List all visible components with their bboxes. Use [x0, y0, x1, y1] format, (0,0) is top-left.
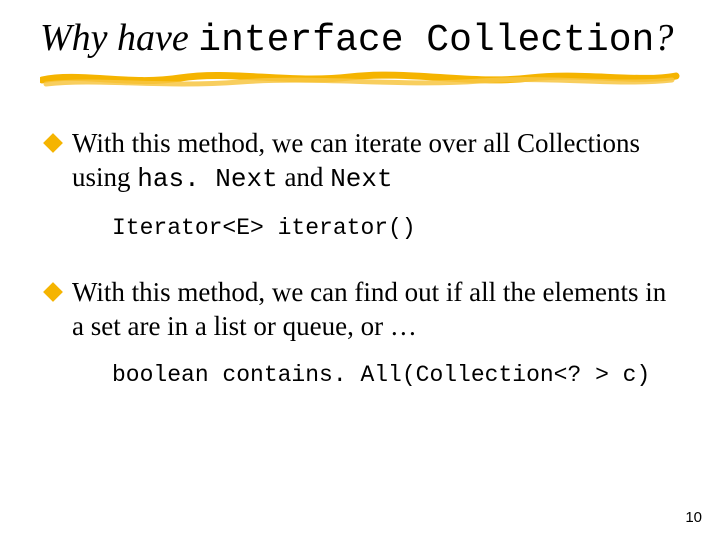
code-block: Iterator<E> iterator() [112, 215, 680, 241]
bullet-diamond-icon [43, 133, 63, 153]
title-prefix: Why have [40, 17, 198, 59]
list-item: With this method, we can find out if all… [46, 275, 680, 344]
bullet-list: With this method, we can iterate over al… [40, 126, 680, 388]
list-item: With this method, we can iterate over al… [46, 126, 680, 197]
title-underline-icon [40, 68, 680, 88]
bullet-text: With this method, we can iterate over al… [72, 126, 680, 197]
slide-container: Why have interface Collection? With this… [0, 0, 720, 540]
slide-title: Why have interface Collection? [40, 18, 680, 62]
bullet-code: Next [330, 164, 392, 194]
bullet-code: has. Next [137, 164, 277, 194]
code-block: boolean contains. All(Collection<? > c) [112, 362, 680, 388]
bullet-diamond-icon [43, 282, 63, 302]
bullet-text-mid: and [278, 162, 330, 192]
title-suffix: ? [654, 17, 673, 59]
page-number: 10 [685, 509, 702, 526]
bullet-text: With this method, we can find out if all… [72, 275, 680, 344]
title-code: interface Collection [198, 19, 654, 62]
